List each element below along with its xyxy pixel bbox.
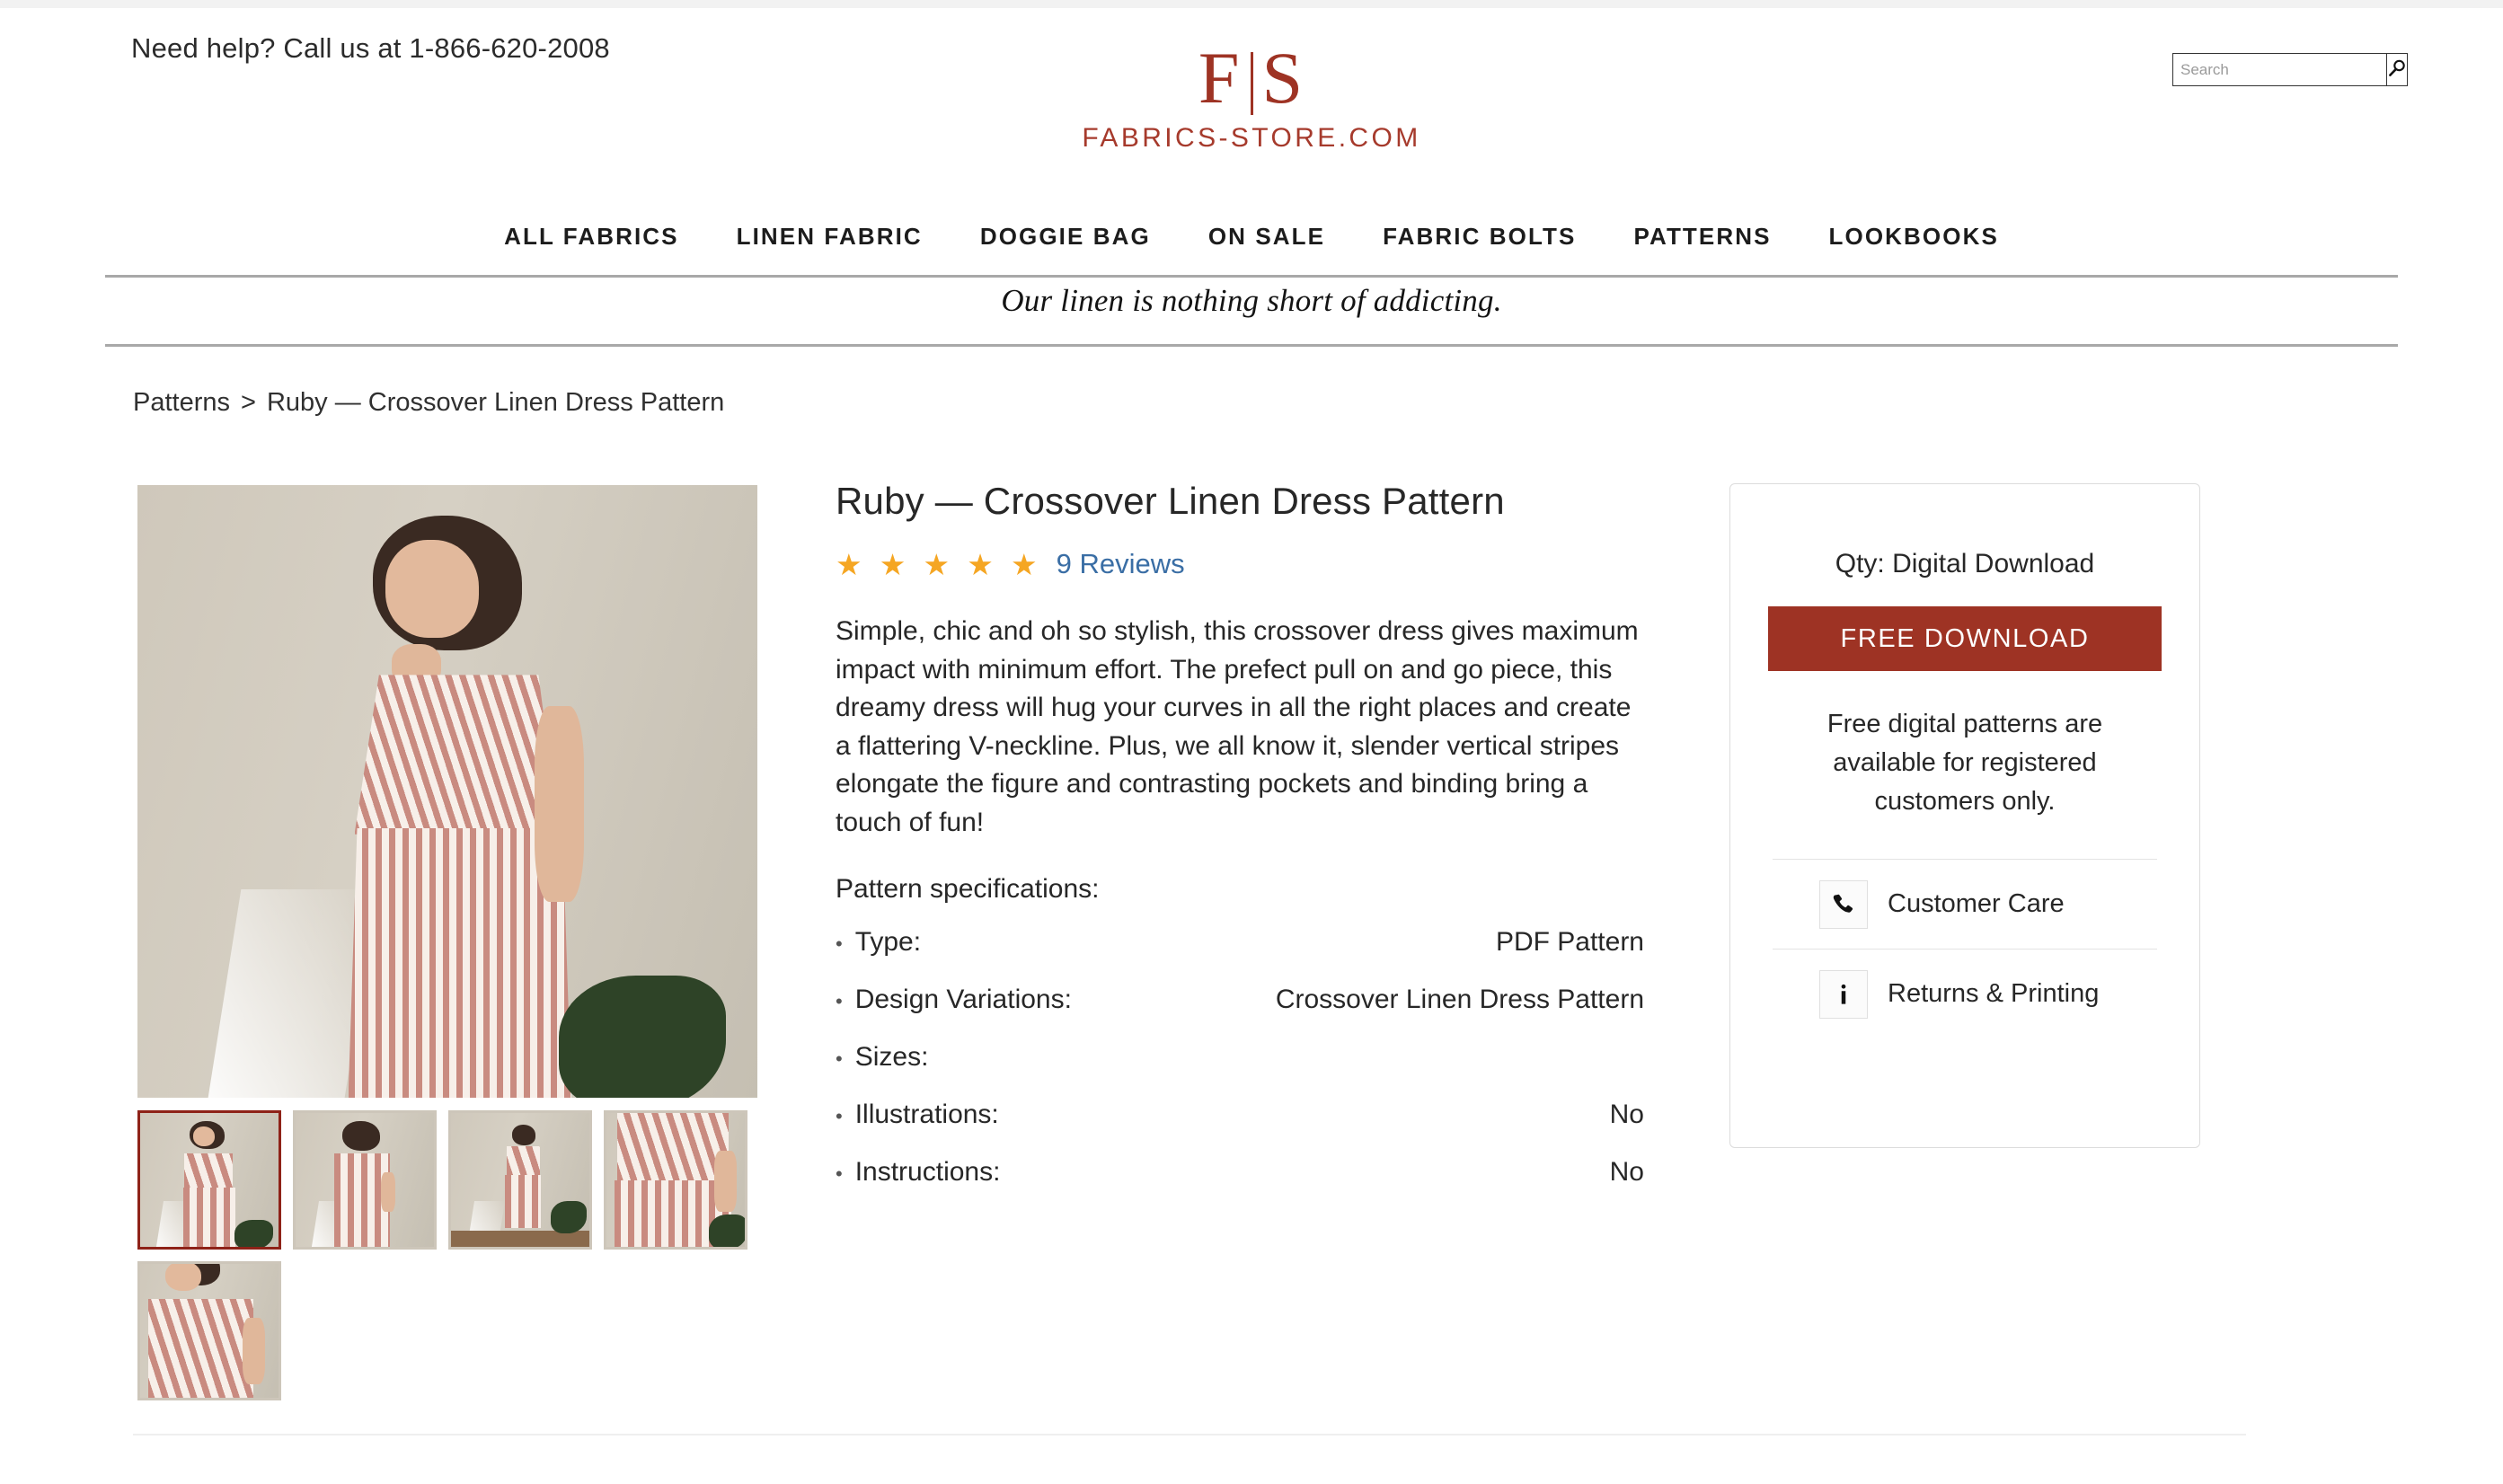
info-icon [1819, 969, 1868, 1019]
nav-item-all-fabrics[interactable]: ALL FABRICS [475, 223, 708, 251]
main-navigation: ALL FABRICS LINEN FABRIC DOGGIE BAG ON S… [0, 208, 2503, 264]
search-icon [2387, 58, 2407, 81]
purchase-panel: Qty: Digital Download FREE DOWNLOAD Free… [1729, 483, 2200, 1148]
content-bottom-divider [133, 1434, 2246, 1435]
site-tagline: Our linen is nothing short of addicting. [1001, 283, 1502, 318]
logo-divider [1250, 52, 1253, 115]
free-download-button[interactable]: FREE DOWNLOAD [1768, 606, 2162, 671]
product-title: Ruby — Crossover Linen Dress Pattern [836, 480, 1505, 522]
thumbnail-item[interactable] [293, 1110, 437, 1250]
spec-value: PDF Pattern [1495, 927, 1644, 957]
logo-mark: FS [0, 40, 2503, 116]
phone-icon [1819, 879, 1868, 929]
nav-item-lookbooks[interactable]: LOOKBOOKS [1800, 223, 2028, 251]
spec-row: Type: PDF Pattern [836, 924, 1644, 962]
spec-label: Instructions: [836, 1154, 1001, 1192]
product-description: Simple, chic and oh so stylish, this cro… [836, 616, 1639, 837]
reviews-link[interactable]: 9 Reviews [1057, 548, 1185, 580]
spec-label: Design Variations: [836, 982, 1072, 1020]
site-header: Need help? Call us at 1-866-620-2008 FS … [0, 8, 2503, 206]
search-submit-button[interactable] [2386, 53, 2408, 86]
spec-label: Sizes: [836, 1039, 929, 1077]
thumbnail-item[interactable] [137, 1110, 281, 1250]
spec-value: No [1609, 1100, 1644, 1129]
logo-letter-f: F [1198, 37, 1242, 119]
nav-item-linen-fabric[interactable]: LINEN FABRIC [708, 223, 951, 251]
product-info: Ruby — Crossover Linen Dress Pattern ★ ★… [836, 479, 1649, 1212]
spec-list: Type: PDF Pattern Design Variations: Cro… [836, 924, 1644, 1192]
product-page: Need help? Call us at 1-866-620-2008 FS … [0, 0, 2503, 1484]
nav-item-patterns[interactable]: PATTERNS [1605, 223, 1800, 251]
nav-item-fabric-bolts[interactable]: FABRIC BOLTS [1354, 223, 1605, 251]
spec-row: Instructions: No [836, 1154, 1644, 1192]
breadcrumb-separator: > [241, 388, 256, 417]
product-gallery [137, 485, 757, 1412]
product-photo-illustration [137, 485, 757, 1098]
product-rating: ★ ★ ★ ★ ★ 9 Reviews [836, 548, 1649, 580]
spec-row: Design Variations: Crossover Linen Dress… [836, 982, 1644, 1020]
qty-label: Qty: Digital Download [1835, 549, 2095, 579]
nav-item-doggie-bag[interactable]: DOGGIE BAG [951, 223, 1180, 251]
search-input[interactable] [2172, 53, 2386, 86]
spec-value: Crossover Linen Dress Pattern [1275, 985, 1644, 1014]
tagline-rule-top [105, 275, 2398, 278]
returns-printing-link[interactable]: Returns & Printing [1773, 950, 2157, 1038]
tagline-rule-bottom [105, 344, 2398, 347]
spec-label: Illustrations: [836, 1097, 999, 1135]
registered-customers-note: Free digital patterns are available for … [1826, 710, 2103, 816]
breadcrumb: Patterns > Ruby — Crossover Linen Dress Pa… [133, 388, 724, 418]
breadcrumb-current: Ruby — Crossover Linen Dress Pattern [266, 388, 725, 417]
logo-letter-s: S [1261, 37, 1305, 119]
spec-value: No [1609, 1157, 1644, 1187]
breadcrumb-link-patterns[interactable]: Patterns [133, 388, 230, 417]
thumbnail-item[interactable] [604, 1110, 747, 1250]
rating-stars: ★ ★ ★ ★ ★ [836, 547, 1042, 581]
customer-care-link[interactable]: Customer Care [1773, 860, 2157, 949]
spec-row: Sizes: [836, 1039, 1644, 1077]
logo-wordmark: FABRICS-STORE.COM [1082, 123, 1421, 153]
thumbnail-item[interactable] [448, 1110, 592, 1250]
nav-item-on-sale[interactable]: ON SALE [1180, 223, 1354, 251]
spec-heading: Pattern specifications: [836, 874, 1100, 904]
main-product-image[interactable] [137, 485, 757, 1098]
search-form [2172, 53, 2408, 86]
returns-printing-label: Returns & Printing [1888, 979, 2100, 1008]
customer-care-label: Customer Care [1888, 889, 2065, 918]
thumbnail-list [137, 1110, 766, 1412]
thumbnail-item[interactable] [137, 1261, 281, 1400]
spec-row: Illustrations: No [836, 1097, 1644, 1135]
spec-label: Type: [836, 924, 921, 962]
site-logo[interactable]: FS FABRICS-STORE.COM [0, 40, 2503, 154]
